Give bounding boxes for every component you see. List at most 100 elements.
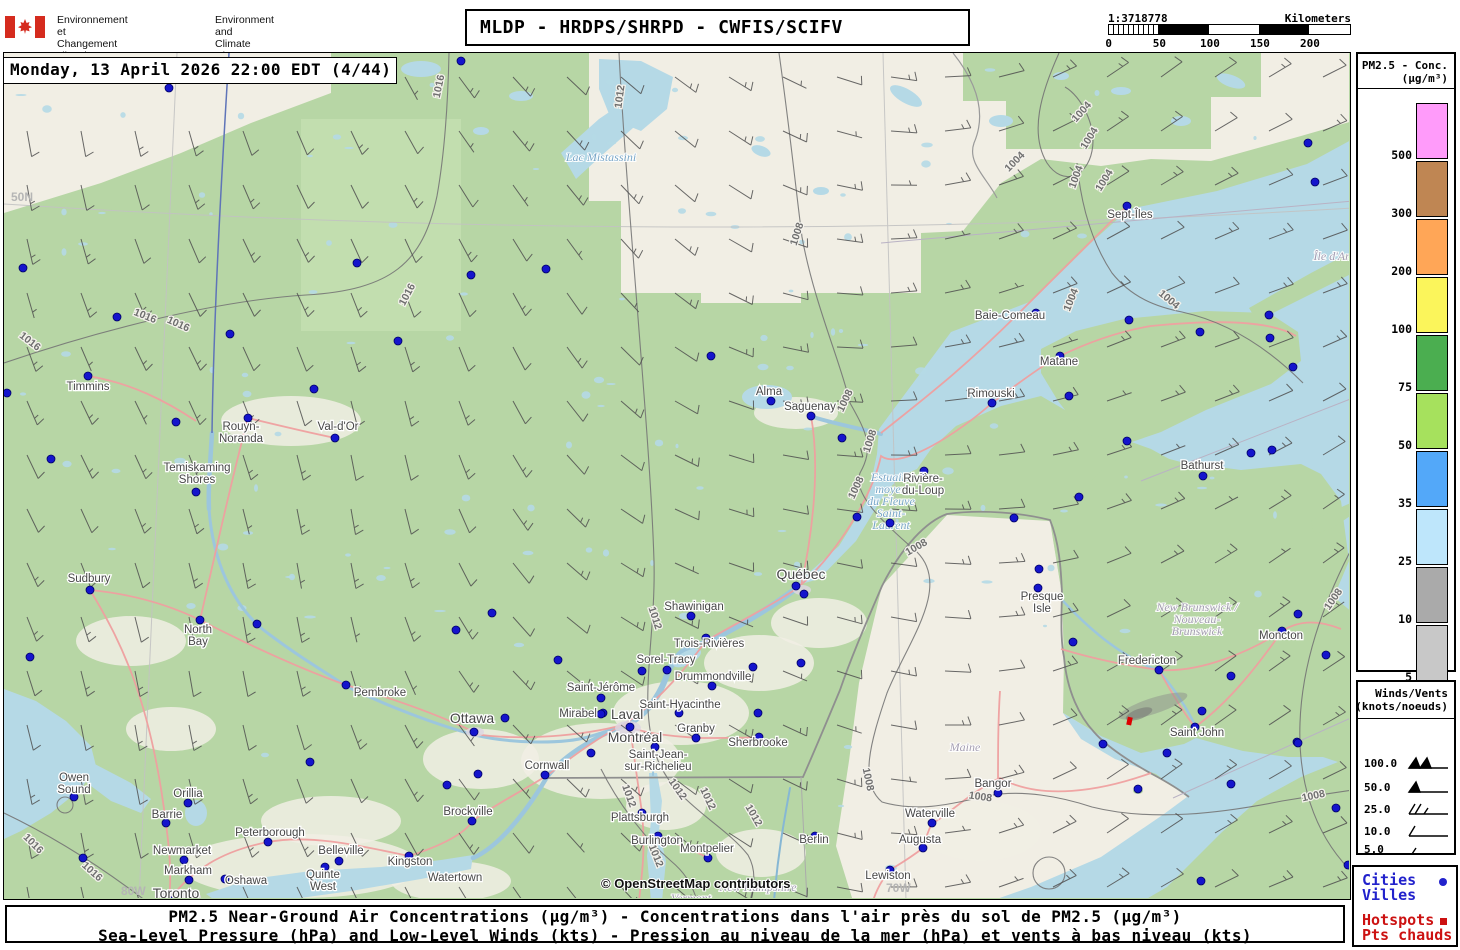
pm25-legend-entry: 75 bbox=[1358, 335, 1454, 394]
timestamp-frame-indicator: Monday, 13 April 2026 22:00 EDT (4/44) bbox=[3, 57, 397, 84]
svg-text:Fredericton: Fredericton bbox=[1118, 655, 1176, 667]
pm25-swatch bbox=[1416, 625, 1448, 681]
svg-text:Granby: Granby bbox=[677, 723, 715, 735]
pm25-legend-entry: 50 bbox=[1358, 393, 1454, 452]
wind-barb-icon bbox=[1407, 756, 1448, 769]
wind-barb-icon bbox=[1408, 825, 1448, 837]
svg-text:Watertown: Watertown bbox=[428, 872, 483, 884]
markers-legend: Cities Villes Hotspots Pts chauds bbox=[1352, 865, 1458, 947]
svg-text:Presque: Presque bbox=[1021, 591, 1064, 603]
svg-text:Bangor: Bangor bbox=[974, 778, 1011, 790]
svg-text:Québec: Québec bbox=[776, 566, 825, 582]
svg-text:Burlington: Burlington bbox=[631, 835, 683, 847]
svg-text:Belleville: Belleville bbox=[318, 845, 363, 857]
svg-text:Rouyn-: Rouyn- bbox=[222, 421, 259, 433]
pm25-swatch bbox=[1416, 567, 1448, 623]
pm25-legend-entry: 35 bbox=[1358, 451, 1454, 510]
svg-text:Île d'Anticosti: Île d'Anticosti bbox=[1313, 249, 1349, 263]
wind-legend-entry: 5.0 bbox=[1358, 842, 1454, 858]
pm25-legend-entry: 300 bbox=[1358, 161, 1454, 220]
winds-legend: Winds/Vents (knots/noeuds) 100.0 50.0 25.0… bbox=[1355, 680, 1456, 858]
map-canvas: 1016 1016 1016 1016 1016 1016 1016 1012 1012 1012… bbox=[3, 52, 1351, 900]
pm25-threshold-label: 25 bbox=[1398, 554, 1412, 568]
svg-text:Saint John: Saint John bbox=[1170, 727, 1224, 739]
svg-text:Mirabel: Mirabel bbox=[559, 708, 597, 720]
svg-text:Alma: Alma bbox=[756, 386, 783, 398]
osm-attribution: © OpenStreetMap contributors bbox=[601, 876, 790, 891]
svg-text:Toronto: Toronto bbox=[153, 885, 200, 898]
svg-text:Montpelier: Montpelier bbox=[680, 843, 734, 855]
wind-speed-label: 25.0 bbox=[1364, 803, 1391, 816]
svg-text:Shawinigan: Shawinigan bbox=[664, 601, 723, 613]
scale-tick-label: 50 bbox=[1152, 37, 1166, 50]
legend-hotspots-fr: Pts chauds bbox=[1362, 926, 1453, 944]
pm25-legend-entry: 100 bbox=[1358, 277, 1454, 336]
scale-tick-label: 0 bbox=[1105, 37, 1112, 50]
pm25-swatch bbox=[1416, 393, 1448, 449]
pm25-threshold-label: 35 bbox=[1398, 496, 1412, 510]
svg-text:Montréal: Montréal bbox=[608, 729, 662, 745]
pm25-legend-entry: 200 bbox=[1358, 219, 1454, 278]
svg-text:Trois-Rivières: Trois-Rivières bbox=[674, 638, 745, 650]
svg-text:Waterville: Waterville bbox=[905, 808, 955, 820]
wind-barb-icon bbox=[1408, 803, 1448, 815]
pm25-threshold-label: 100 bbox=[1391, 322, 1412, 336]
svg-text:Orillia: Orillia bbox=[173, 788, 203, 800]
wind-legend-entry: 25.0 bbox=[1358, 802, 1454, 818]
svg-text:Maine: Maine bbox=[949, 740, 981, 754]
svg-text:Noranda: Noranda bbox=[219, 433, 264, 445]
svg-text:Temiskaming: Temiskaming bbox=[163, 462, 230, 474]
wind-legend-entry: 100.0 bbox=[1358, 756, 1454, 772]
pm25-swatch bbox=[1416, 451, 1448, 507]
svg-text:Kingston: Kingston bbox=[388, 856, 433, 868]
pm25-legend-title: PM2.5 - Conc. bbox=[1361, 59, 1448, 72]
pm25-legend-entry: 10 bbox=[1358, 567, 1454, 626]
svg-text:Ottawa: Ottawa bbox=[450, 710, 495, 726]
svg-text:Brockville: Brockville bbox=[443, 806, 492, 818]
svg-text:Peterborough: Peterborough bbox=[235, 827, 305, 839]
scale-tick-label: 200 bbox=[1300, 37, 1320, 50]
wind-speed-label: 100.0 bbox=[1364, 757, 1398, 770]
svg-text:Shores: Shores bbox=[179, 474, 216, 486]
svg-text:70W: 70W bbox=[886, 881, 911, 895]
svg-text:Timmins: Timmins bbox=[66, 381, 109, 393]
svg-text:Moncton: Moncton bbox=[1259, 630, 1303, 642]
scale-tick-label: 150 bbox=[1250, 37, 1270, 50]
wind-speed-label: 5.0 bbox=[1364, 843, 1384, 856]
pm25-legend-subtitle: (µg/m³) bbox=[1401, 72, 1448, 85]
svg-text:Augusta: Augusta bbox=[899, 834, 942, 846]
svg-text:Owen: Owen bbox=[59, 772, 89, 784]
pm25-threshold-label: 500 bbox=[1391, 148, 1412, 162]
svg-text:Lac Mistassini: Lac Mistassini bbox=[565, 150, 636, 164]
svg-text:80W: 80W bbox=[121, 884, 146, 898]
svg-text:Sorel-Tracy: Sorel-Tracy bbox=[637, 654, 696, 666]
svg-text:Brunswick: Brunswick bbox=[1172, 624, 1223, 638]
pm25-swatch bbox=[1416, 103, 1448, 159]
pm25-threshold-label: 75 bbox=[1398, 380, 1412, 394]
svg-text:Quinte: Quinte bbox=[306, 869, 340, 881]
svg-text:Saint-Hyacinthe: Saint-Hyacinthe bbox=[639, 699, 720, 711]
svg-text:Val-d'Or: Val-d'Or bbox=[318, 421, 359, 433]
pm25-legend-entry: 5 bbox=[1358, 625, 1454, 684]
svg-text:North: North bbox=[184, 624, 212, 636]
svg-text:Pembroke: Pembroke bbox=[354, 687, 406, 699]
pm25-swatch bbox=[1416, 509, 1448, 565]
city-dot-icon bbox=[1439, 878, 1447, 886]
svg-text:Vermont: Vermont bbox=[671, 891, 712, 898]
winds-legend-title: Winds/Vents bbox=[1375, 687, 1448, 700]
svg-text:Rimouski: Rimouski bbox=[967, 388, 1014, 400]
pm25-legend-entry: 500 bbox=[1358, 103, 1454, 162]
pm25-threshold-label: 50 bbox=[1398, 438, 1412, 452]
wind-speed-label: 10.0 bbox=[1364, 825, 1391, 838]
svg-text:Bay: Bay bbox=[188, 636, 208, 648]
svg-text:Drummondville: Drummondville bbox=[675, 671, 752, 683]
wind-legend-entry: 10.0 bbox=[1358, 824, 1454, 840]
pm25-threshold-label: 300 bbox=[1391, 206, 1412, 220]
svg-text:sur-Richelieu: sur-Richelieu bbox=[624, 761, 691, 773]
svg-text:50N: 50N bbox=[11, 190, 33, 204]
weather-map-page: Environnement etChangement climatique Ca… bbox=[0, 0, 1460, 950]
svg-text:Barrie: Barrie bbox=[152, 809, 183, 821]
product-title: MLDP - HRDPS/SHRPD - CWFIS/SCIFV bbox=[465, 9, 970, 46]
pm25-swatch bbox=[1416, 161, 1448, 217]
pm25-swatch bbox=[1416, 219, 1448, 275]
